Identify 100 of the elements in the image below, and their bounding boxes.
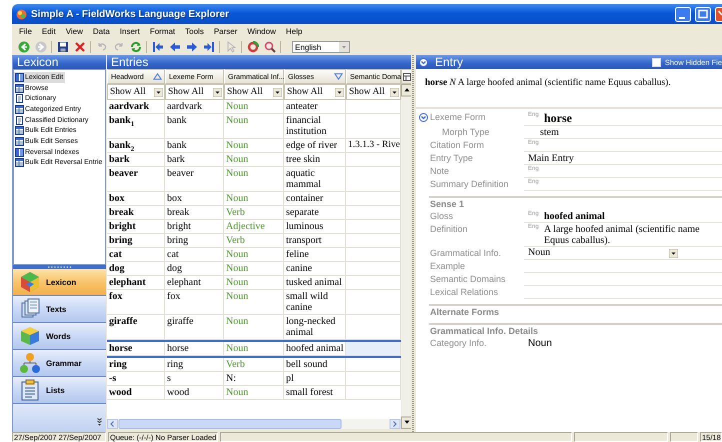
collapse-icon[interactable] (419, 113, 428, 122)
pane-title: Lexicon (13, 55, 106, 69)
field-label: Semantic Domains (430, 273, 507, 286)
overflow-chevron-icon[interactable] (97, 418, 102, 426)
menu-item[interactable]: Parser (208, 27, 242, 36)
table-row[interactable]: horse horse Noun hoofed animal (107, 340, 401, 358)
field-label: Summary Definition (430, 178, 510, 191)
table-cell: Noun (224, 342, 284, 356)
table-row[interactable]: beaver beaver Noun aquatic mammal (107, 167, 401, 192)
menu-item[interactable]: Tools (180, 27, 209, 36)
field-label: Citation Form (430, 139, 486, 152)
table-row[interactable]: bring bring Verb transport (107, 234, 401, 248)
table-cell: small forest (284, 386, 346, 400)
filter-dropdown[interactable]: Show All (284, 84, 346, 100)
field-value: Main Entry (528, 152, 575, 164)
field-label: Lexeme Form (430, 111, 487, 124)
table-row[interactable]: bank$_{1}$ bank Noun financial institution (107, 114, 401, 139)
table-row[interactable]: cat cat Noun feline (107, 248, 401, 262)
back-icon[interactable] (18, 41, 30, 53)
close-button[interactable] (715, 6, 722, 22)
field-value: hoofed animal (544, 210, 606, 222)
cube-icon (19, 325, 41, 347)
app-icon (16, 8, 27, 20)
field-label: Example (430, 260, 466, 273)
first-icon[interactable] (152, 41, 164, 53)
filter-dropdown[interactable]: Show All (165, 84, 224, 100)
field-value: Noun (528, 337, 553, 349)
writing-system-dropdown[interactable]: English (292, 41, 350, 53)
table-row[interactable]: elephant elephant Noun tusked animal (107, 276, 401, 290)
table-row[interactable]: wood wood Noun small forest (107, 386, 401, 400)
filter-dropdown[interactable]: Show All (224, 84, 284, 100)
sort-descending-icon (334, 73, 343, 80)
field-label: Definition (430, 223, 469, 236)
table-row[interactable]: break break Verb separate (107, 206, 401, 220)
resize-grip[interactable] (13, 265, 106, 269)
area-button[interactable]: Grammar (13, 350, 106, 377)
pane-title: Entry (435, 55, 464, 69)
section-heading: Grammatical Info. Details (429, 323, 722, 337)
table-row[interactable]: -s s N: pl (107, 372, 401, 386)
dropdown-field[interactable]: Noun (528, 247, 678, 259)
column-chooser-icon[interactable] (403, 72, 411, 80)
table-row[interactable]: bank$_{2}$ bank Noun edge of river 1.3.1.3 - Rive (107, 139, 401, 153)
field-value: horse (544, 111, 573, 125)
table-row[interactable]: bark bark Noun tree skin (107, 153, 401, 167)
table-row[interactable]: giraffe giraffe Noun long-necked animal (107, 315, 401, 340)
field-value: A large hoofed animal (scientific name Equus caballus). (544, 223, 701, 246)
menu-item[interactable]: Window (242, 27, 281, 36)
last-icon[interactable] (203, 41, 215, 53)
table-row[interactable]: ring ring Verb bell sound (107, 358, 401, 372)
table-row[interactable]: bright bright Adjective luminous (107, 220, 401, 234)
area-button[interactable]: Words (13, 323, 106, 350)
dropdown-arrow-icon[interactable] (390, 88, 399, 96)
field-label: Note (430, 165, 450, 178)
dropdown-arrow-icon[interactable] (273, 88, 282, 96)
sort-ascending-icon (153, 73, 162, 80)
filter-dropdown[interactable]: Show All (107, 84, 165, 100)
entry-summary: horse N A large hoofed animal (scientific name Equus caballus). (425, 78, 671, 88)
filter-dropdown[interactable]: Show All (346, 84, 401, 100)
field-value: stem (540, 126, 560, 138)
field-label: Entry Type (430, 152, 474, 165)
area-button[interactable]: Lexicon (13, 269, 106, 296)
delete-icon[interactable] (74, 41, 86, 53)
table-row[interactable]: box box Noun container (107, 192, 401, 206)
maximize-button[interactable] (695, 6, 711, 22)
area-button[interactable]: Texts (13, 296, 106, 323)
dropdown-arrow-icon[interactable] (154, 88, 163, 96)
table-cell: hoofed animal (284, 342, 346, 356)
clipboard-icon (19, 379, 41, 401)
table-row[interactable]: fox fox Noun small wild canine (107, 290, 401, 315)
search-icon[interactable] (264, 41, 276, 53)
table-row[interactable]: aardvark aardvark Noun anteater (107, 100, 401, 114)
minimize-button[interactable] (675, 6, 691, 22)
field-label: Category Info. (430, 337, 488, 350)
menu-item[interactable]: Data (88, 27, 115, 36)
menu-item[interactable]: Edit (36, 27, 61, 36)
previous-icon[interactable] (169, 41, 181, 53)
menu-item[interactable]: View (60, 27, 88, 36)
refresh-icon[interactable] (130, 41, 142, 53)
cube-icon (19, 271, 41, 293)
dropdown-arrow-icon[interactable] (669, 248, 678, 258)
cycle-icon[interactable] (247, 41, 259, 53)
table-cell: wood (107, 386, 165, 400)
checkbox[interactable] (652, 58, 661, 66)
pages-icon (19, 298, 41, 320)
dropdown-arrow-icon[interactable] (335, 88, 344, 96)
menu-item[interactable]: Format (144, 27, 180, 36)
next-icon[interactable] (186, 41, 198, 53)
dropdown-arrow-icon[interactable] (213, 88, 222, 96)
menu-item[interactable]: File (14, 27, 37, 36)
save-icon[interactable] (57, 41, 69, 53)
field-label: Grammatical Info. (430, 247, 502, 260)
menu-item[interactable]: Insert (114, 27, 145, 36)
table-cell: wood (165, 386, 224, 400)
table-cell: horse (107, 342, 165, 356)
horizontal-scrollbar[interactable] (107, 419, 401, 429)
status-panel (670, 432, 698, 442)
area-button[interactable]: Lists (13, 377, 106, 404)
collapse-icon[interactable] (419, 58, 428, 66)
table-row[interactable]: dog dog Noun canine (107, 262, 401, 276)
menu-item[interactable]: Help (280, 27, 308, 36)
